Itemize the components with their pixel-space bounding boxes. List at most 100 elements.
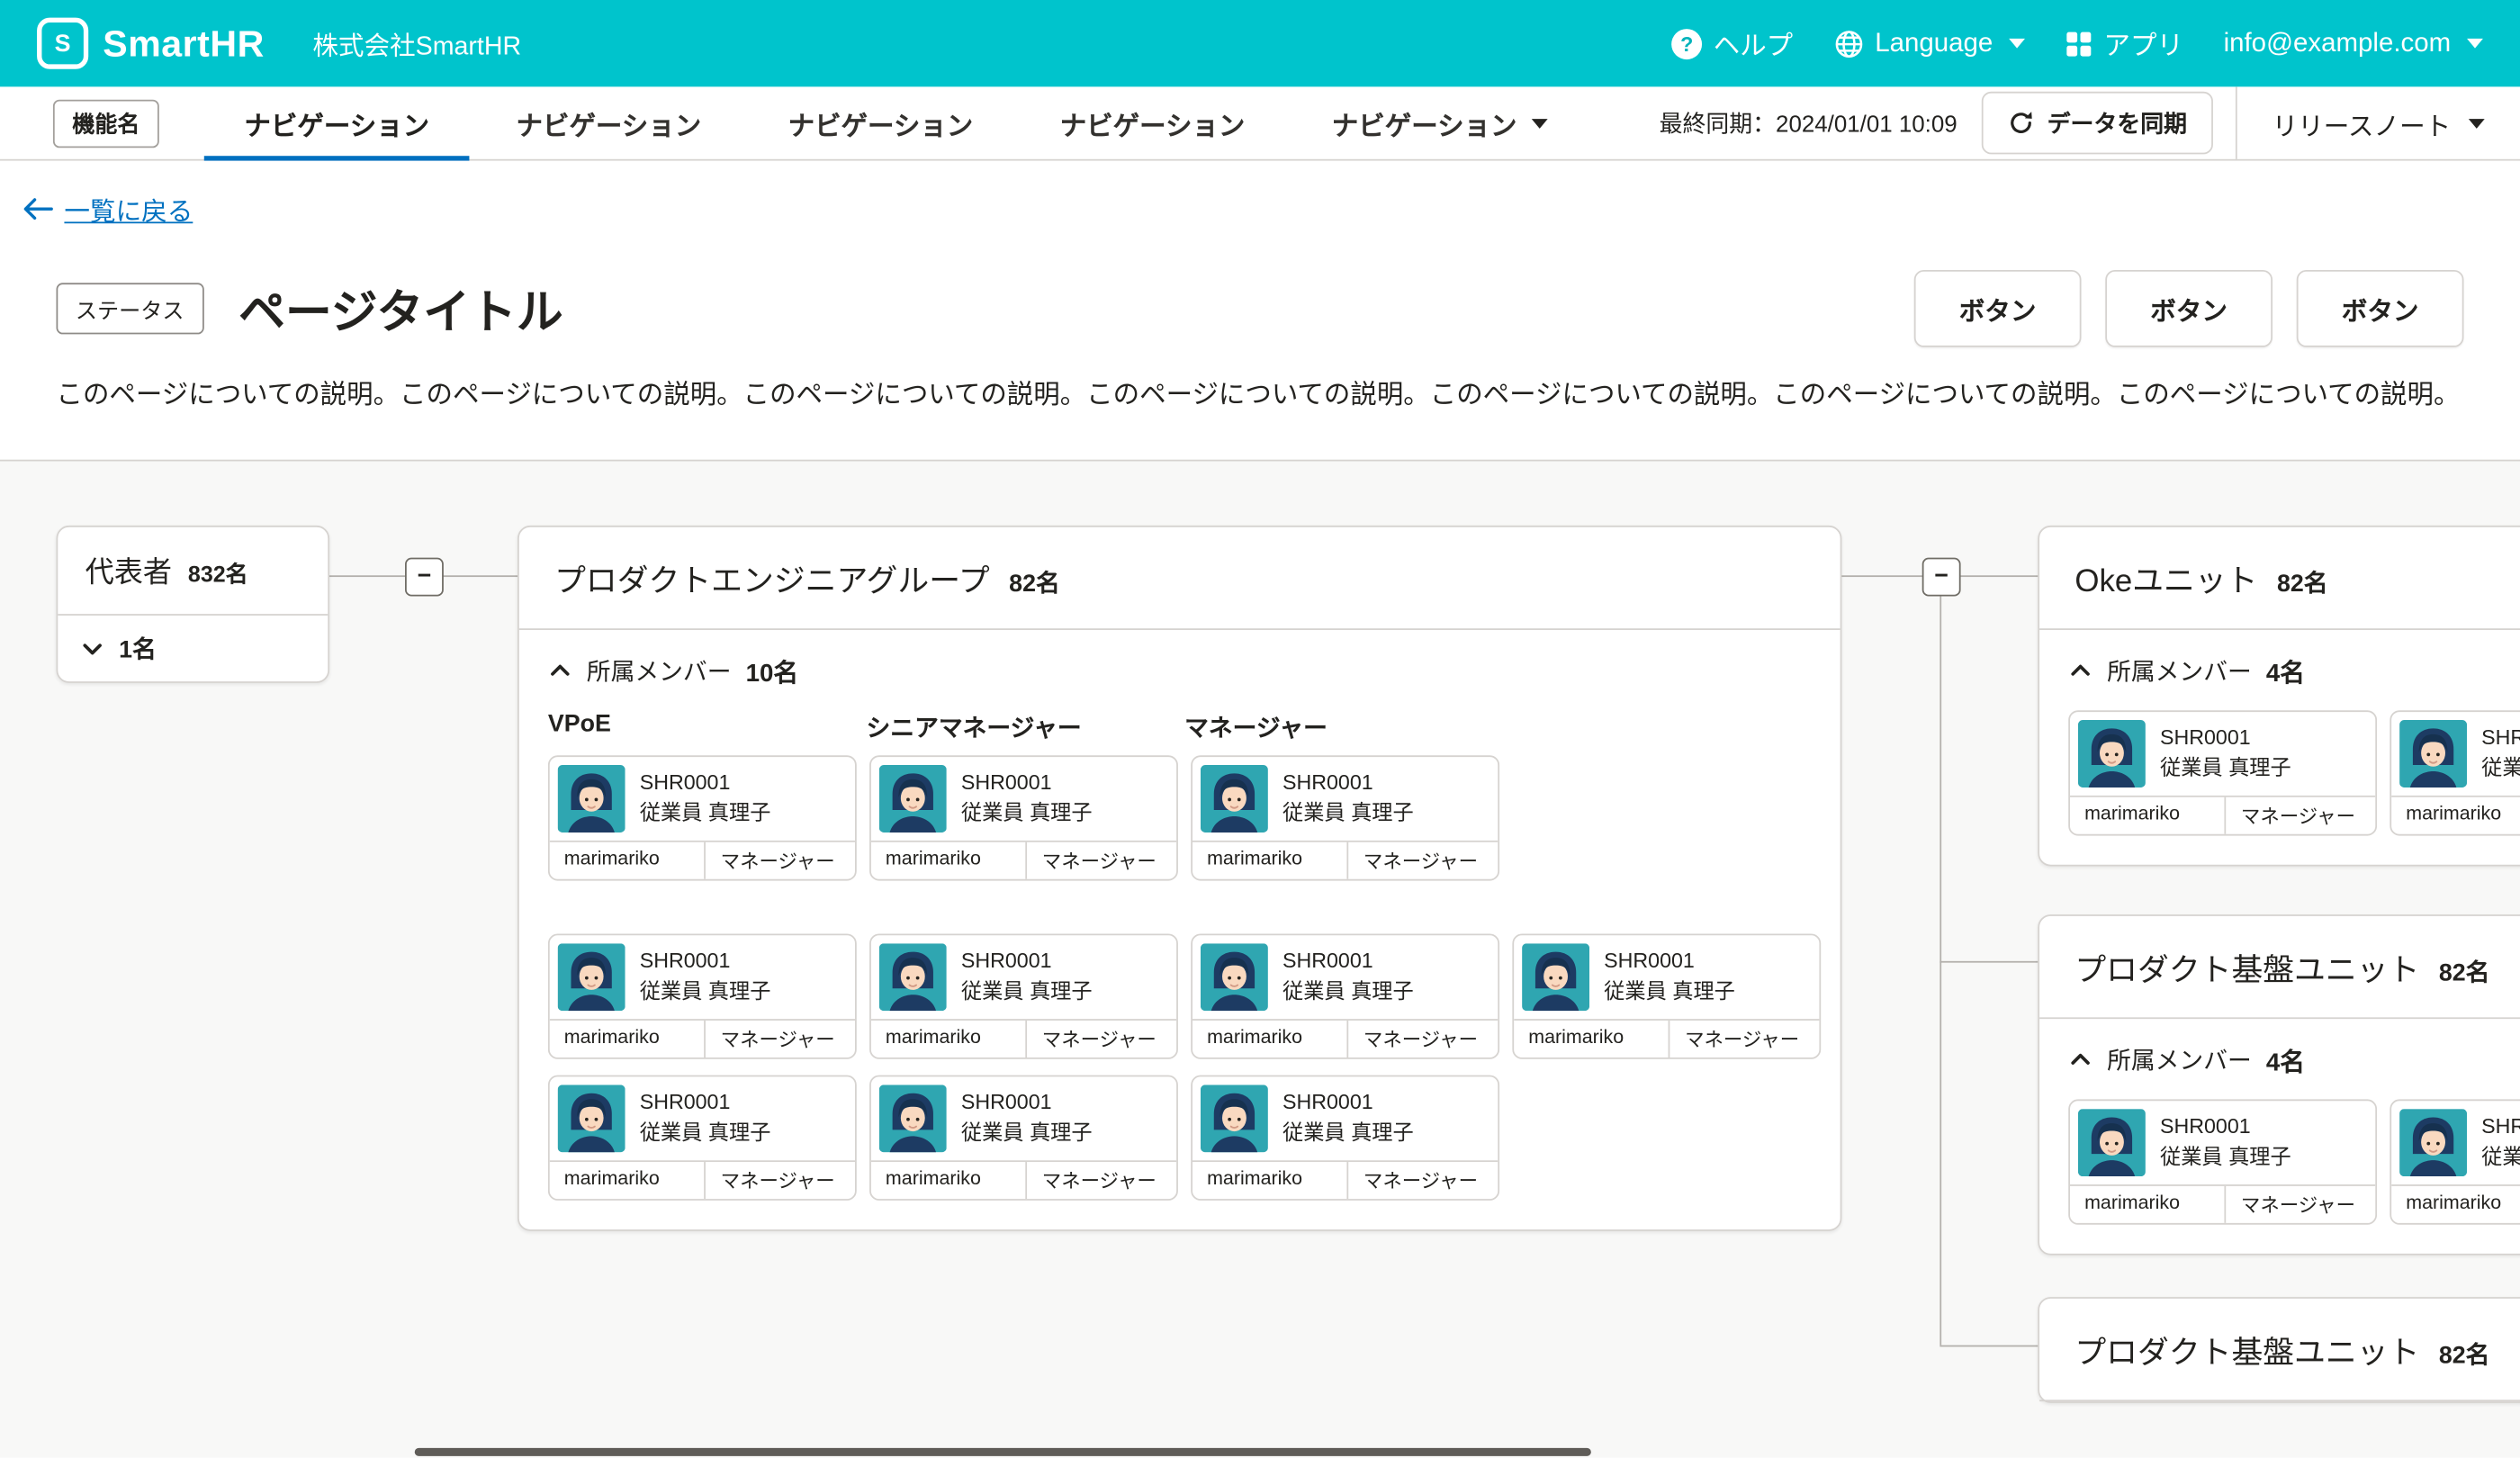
back-row: 一覧に戻る [0, 161, 2520, 229]
back-to-list-link[interactable]: 一覧に戻る [22, 190, 193, 229]
org-node-root-header[interactable]: 代表者 832名 [58, 526, 328, 613]
employee-card[interactable]: SHR0001 従業員 真理子 marimariko マネージャー [1191, 933, 1499, 1058]
expand-children-toggle[interactable]: 1名 [58, 614, 328, 681]
employee-role: マネージャー [705, 842, 855, 878]
employee-name: 従業員 真理子 [1282, 976, 1414, 1007]
org-node-body: 所属メンバー 4名 SHR0001 従業員 真理子 marimariko マネー… [2039, 1019, 2520, 1254]
employee-username: marimariko [871, 842, 1026, 878]
employee-card[interactable]: SHR0001 従業員 真理子 marimariko マネージャー [1191, 1075, 1499, 1200]
help-menu[interactable]: ? ヘルプ [1671, 24, 1793, 63]
back-link-label: 一覧に戻る [64, 190, 193, 229]
org-node-header[interactable]: プロダクト基盤ユニット 82名 [2039, 1298, 2520, 1400]
employee-role: マネージャー [2225, 1185, 2375, 1222]
sync-data-button[interactable]: データを同期 [1981, 92, 2212, 155]
employee-id: SHR0001 [2481, 723, 2520, 753]
employee-card[interactable]: SHR0001 従業員 真理子 marimariko マネージャー [548, 933, 857, 1058]
chevron-down-icon [2009, 39, 2025, 49]
member-row: SHR0001 従業員 真理子 marimariko マネージャー SHR000… [2068, 1099, 2520, 1224]
employee-card-footer: marimariko マネージャー [1514, 1019, 1819, 1058]
horizontal-scrollbar[interactable] [415, 1448, 1591, 1456]
employee-card[interactable]: SHR0001 従業員 真理子 marimariko マネージャー [2390, 710, 2520, 835]
tab-navigation-5[interactable]: ナビゲーション [1289, 86, 1591, 158]
collapse-button[interactable]: − [1922, 557, 1961, 596]
app-nav-bar: 機能名 ナビゲーション ナビゲーション ナビゲーション ナビゲーション ナビゲー… [0, 86, 2520, 160]
release-notes-menu[interactable]: リリースノート [2236, 86, 2520, 158]
chevron-up-icon [2068, 1048, 2092, 1073]
page-title: ページタイトル [238, 274, 562, 342]
employee-avatar [2078, 719, 2146, 787]
collapse-button[interactable]: − [405, 557, 444, 596]
employee-card[interactable]: SHR0001 従業員 真理子 marimariko マネージャー [1191, 755, 1499, 880]
members-toggle[interactable]: 所属メンバー 4名 [2068, 1042, 2520, 1077]
tab-navigation-1[interactable]: ナビゲーション [201, 86, 472, 158]
members-count: 10名 [746, 653, 798, 688]
employee-username: marimariko [2070, 796, 2225, 833]
tab-navigation-4[interactable]: ナビゲーション [1016, 86, 1288, 158]
apps-menu[interactable]: アプリ [2066, 24, 2183, 63]
members-toggle[interactable]: 所属メンバー 10名 [548, 653, 1812, 688]
org-node-group-body: 所属メンバー 10名 VPoE シニアマネージャー マネージャー SHR0001… [519, 629, 1840, 1228]
last-sync-text: 最終同期：2024/01/01 10:09 [1660, 106, 1982, 140]
arrow-left-icon [22, 198, 53, 220]
globe-icon [1833, 28, 1864, 58]
employee-text: SHR0001 従業員 真理子 [640, 1088, 771, 1148]
tab-label: ナビゲーション [517, 104, 702, 142]
page-description: このページについての説明。このページについての説明。このページについての説明。こ… [0, 373, 2520, 420]
account-menu[interactable]: info@example.com [2224, 28, 2483, 58]
members-label: 所属メンバー [2107, 654, 2252, 688]
employee-id: SHR0001 [640, 768, 771, 798]
employee-card[interactable]: SHR0001 従業員 真理子 marimariko マネージャー [869, 933, 1178, 1058]
employee-avatar [558, 1084, 626, 1152]
action-button-3[interactable]: ボタン [2297, 270, 2464, 347]
employee-card[interactable]: SHR0001 従業員 真理子 marimariko マネージャー [2068, 710, 2377, 835]
employee-name: 従業員 真理子 [1282, 798, 1414, 829]
app-name-chip: 機能名 [53, 99, 159, 148]
smarthr-logo[interactable]: S SmartHR [37, 18, 265, 69]
org-node-group-header[interactable]: プロダクトエンジニアグループ 82名 [519, 526, 1840, 629]
employee-username: marimariko [1192, 842, 1347, 878]
employee-card-main: SHR0001 従業員 真理子 [1192, 935, 1498, 1019]
employee-role: マネージャー [1669, 1020, 1819, 1057]
tab-navigation-3[interactable]: ナビゲーション [744, 86, 1016, 158]
page-title-row: ステータス ページタイトル ボタン ボタン ボタン [0, 270, 2520, 347]
employee-card-main: SHR0001 従業員 真理子 [2391, 712, 2520, 796]
action-button-1[interactable]: ボタン [1914, 270, 2082, 347]
page-actions: ボタン ボタン ボタン [1914, 270, 2464, 347]
employee-card[interactable]: SHR0001 従業員 真理子 marimariko マネージャー [869, 755, 1178, 880]
employee-name: 従業員 真理子 [961, 976, 1093, 1007]
collapsed-count: 1名 [119, 631, 157, 665]
employee-card[interactable]: SHR0001 従業員 真理子 marimariko マネージャー [548, 755, 857, 880]
employee-card-footer: marimariko マネージャー [871, 840, 1176, 878]
language-label: Language [1875, 28, 1993, 58]
language-menu[interactable]: Language [1833, 28, 2025, 58]
org-node-root: 代表者 832名 1名 [56, 525, 329, 682]
employee-avatar [879, 943, 947, 1011]
employee-text: SHR0001 従業員 真理子 [1282, 1088, 1414, 1148]
employee-card[interactable]: SHR0001 従業員 真理子 marimariko マネージャー [1512, 933, 1821, 1058]
employee-card[interactable]: SHR0001 従業員 真理子 marimariko マネージャー [2390, 1099, 2520, 1224]
action-button-2[interactable]: ボタン [2105, 270, 2272, 347]
employee-username: marimariko [2391, 1185, 2520, 1222]
employee-id: SHR0001 [1604, 947, 1735, 977]
apps-label: アプリ [2104, 24, 2183, 63]
employee-name: 従業員 真理子 [1604, 976, 1735, 1007]
employee-username: marimariko [550, 1162, 705, 1199]
org-chart-canvas[interactable]: − − 代表者 832名 1名 プロダクトエンジニアグループ 82名 所属メンバ… [0, 459, 2520, 1457]
employee-avatar [2399, 719, 2467, 787]
employee-card[interactable]: SHR0001 従業員 真理子 marimariko マネージャー [548, 1075, 857, 1200]
employee-card-main: SHR0001 従業員 真理子 [2070, 712, 2375, 796]
employee-card[interactable]: SHR0001 従業員 真理子 marimariko マネージャー [2068, 1099, 2377, 1224]
tab-navigation-2[interactable]: ナビゲーション [472, 86, 744, 158]
employee-card-footer: marimariko マネージャー [550, 1160, 855, 1199]
org-node-header[interactable]: プロダクト基盤ユニット 82名 [2039, 915, 2520, 1018]
employee-card[interactable]: SHR0001 従業員 真理子 marimariko マネージャー [869, 1075, 1178, 1200]
members-toggle[interactable]: 所属メンバー 4名 [2068, 653, 2520, 688]
node-title: プロダクトエンジニアグループ [554, 554, 990, 601]
employee-role: マネージャー [1026, 1162, 1176, 1199]
org-node-header[interactable]: Okeユニット 82名 [2039, 526, 2520, 629]
employee-text: SHR0001 従業員 真理子 [640, 768, 771, 828]
connector-line [1940, 1345, 2038, 1346]
employee-id: SHR0001 [2160, 1112, 2291, 1142]
employee-id: SHR0001 [961, 947, 1093, 977]
employee-card-main: SHR0001 従業員 真理子 [1192, 1076, 1498, 1160]
